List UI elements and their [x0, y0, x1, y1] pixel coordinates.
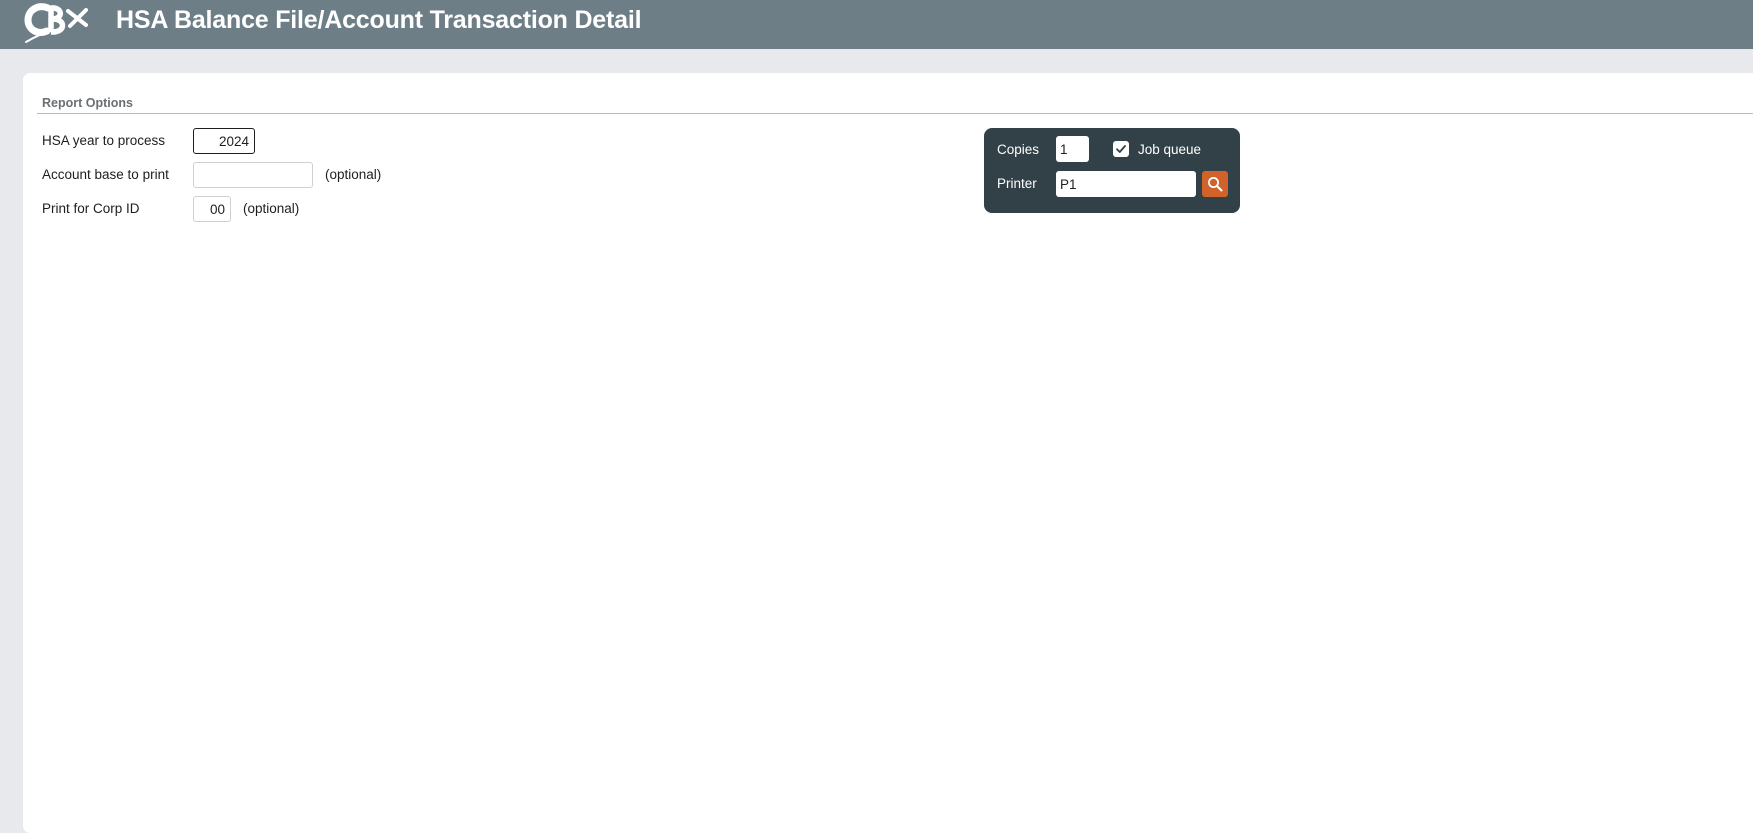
app-header: HSA Balance File/Account Transaction Det… — [0, 0, 1753, 49]
corp-id-input[interactable] — [193, 196, 231, 222]
search-icon — [1208, 177, 1223, 192]
printer-input[interactable] — [1056, 171, 1196, 197]
section-title: Report Options — [42, 96, 133, 110]
checkmark-icon — [1116, 145, 1126, 153]
page-title: HSA Balance File/Account Transaction Det… — [116, 6, 642, 34]
printer-label: Printer — [997, 176, 1037, 191]
account-base-label: Account base to print — [42, 167, 169, 182]
hsa-year-label: HSA year to process — [42, 133, 166, 148]
job-queue-checkbox[interactable] — [1113, 141, 1129, 157]
account-base-hint: (optional) — [325, 167, 382, 182]
copies-label: Copies — [997, 142, 1040, 157]
section-divider — [37, 113, 1753, 114]
print-settings-box: Copies Job queue Printer — [984, 128, 1240, 213]
corp-id-label: Print for Corp ID — [42, 201, 140, 216]
printer-search-button[interactable] — [1202, 171, 1228, 197]
corp-id-hint: (optional) — [243, 201, 300, 216]
cbx-logo — [24, 3, 88, 43]
job-queue-label: Job queue — [1138, 142, 1202, 157]
account-base-input[interactable] — [193, 162, 313, 188]
main-panel: Report Options HSA year to process Accou… — [23, 73, 1753, 833]
copies-input[interactable] — [1056, 136, 1089, 162]
hsa-year-input[interactable] — [193, 128, 255, 154]
